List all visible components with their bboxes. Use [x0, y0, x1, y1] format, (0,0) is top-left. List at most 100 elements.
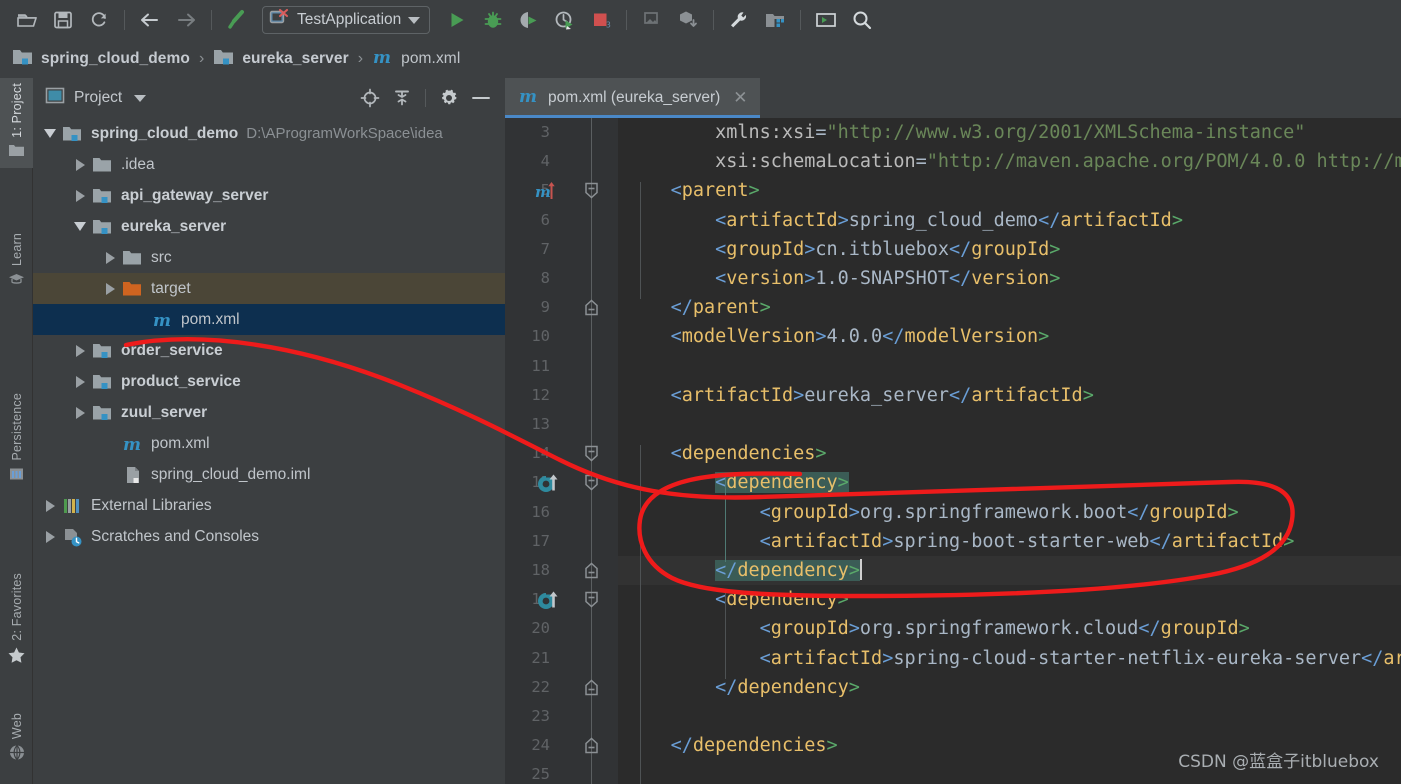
- code-line-14[interactable]: <dependencies>: [618, 439, 1401, 468]
- gutter-line-18[interactable]: 18: [505, 556, 618, 585]
- gutter-line-10[interactable]: 10: [505, 322, 618, 351]
- gutter-line-9[interactable]: 9: [505, 293, 618, 322]
- sidebar-item-learn[interactable]: Learn: [0, 228, 33, 296]
- gutter-line-19[interactable]: 19: [505, 585, 618, 614]
- tree-item-eureka-server[interactable]: eureka_server: [33, 211, 505, 242]
- gutter-line-14[interactable]: 14: [505, 439, 618, 468]
- gutter-line-24[interactable]: 24: [505, 731, 618, 760]
- collapse-all-icon[interactable]: [388, 84, 416, 112]
- project-tree[interactable]: spring_cloud_demo D:\AProgramWorkSpace\id…: [33, 118, 505, 784]
- code-line-3[interactable]: xmlns:xsi="http://www.w3.org/2001/XMLSch…: [618, 118, 1401, 147]
- code-line-20[interactable]: <groupId>org.springframework.cloud</grou…: [618, 614, 1401, 643]
- tree-toggle-collapsed-icon[interactable]: [99, 282, 121, 295]
- gutter-line-20[interactable]: 20: [505, 614, 618, 643]
- tree-item-zuul-server[interactable]: zuul_server: [33, 397, 505, 428]
- debug-icon[interactable]: [476, 5, 510, 35]
- gutter-line-16[interactable]: 16: [505, 498, 618, 527]
- code-line-13[interactable]: [618, 410, 1401, 439]
- forward-arrow-icon[interactable]: [169, 5, 203, 35]
- gutter-maven-arrow-icon[interactable]: m: [535, 176, 565, 205]
- build-hammer-icon[interactable]: [220, 5, 254, 35]
- code-line-23[interactable]: [618, 702, 1401, 731]
- tree-item--idea[interactable]: .idea: [33, 149, 505, 180]
- tree-toggle-collapsed-icon[interactable]: [39, 499, 61, 512]
- editor-text[interactable]: xmlns:xsi="http://www.w3.org/2001/XMLSch…: [618, 118, 1401, 784]
- sync-refresh-icon[interactable]: [82, 5, 116, 35]
- sidebar-item-web[interactable]: Web: [0, 708, 33, 771]
- tree-toggle-collapsed-icon[interactable]: [39, 530, 61, 543]
- run-coverage-icon[interactable]: [512, 5, 546, 35]
- locate-target-icon[interactable]: [356, 84, 384, 112]
- code-line-4[interactable]: xsi:schemaLocation="http://maven.apache.…: [618, 147, 1401, 176]
- tree-toggle-collapsed-icon[interactable]: [99, 251, 121, 264]
- search-everywhere-icon[interactable]: [845, 5, 879, 35]
- gear-settings-icon[interactable]: [435, 84, 463, 112]
- tree-item-order-service[interactable]: order_service: [33, 335, 505, 366]
- gutter-line-21[interactable]: 21: [505, 644, 618, 673]
- tree-item-pom-xml[interactable]: m pom.xml: [33, 304, 505, 335]
- gutter-line-4[interactable]: 4: [505, 147, 618, 176]
- gutter-line-22[interactable]: 22: [505, 673, 618, 702]
- code-line-22[interactable]: </dependency>: [618, 673, 1401, 702]
- tree-toggle-collapsed-icon[interactable]: [69, 344, 91, 357]
- code-line-8[interactable]: <version>1.0-SNAPSHOT</version>: [618, 264, 1401, 293]
- settings-wrench-icon[interactable]: [722, 5, 756, 35]
- run-icon[interactable]: [440, 5, 474, 35]
- fold-open-icon[interactable]: [583, 468, 600, 497]
- hide-minus-icon[interactable]: [467, 84, 495, 112]
- fold-open-icon[interactable]: [583, 176, 600, 205]
- code-line-11[interactable]: [618, 352, 1401, 381]
- sidebar-item-project[interactable]: 1: Project: [0, 78, 33, 168]
- gutter-dependency-update-icon[interactable]: [535, 468, 565, 497]
- gutter-line-11[interactable]: 11: [505, 352, 618, 381]
- gutter-line-6[interactable]: 6: [505, 206, 618, 235]
- fold-close-icon[interactable]: [583, 556, 600, 585]
- back-arrow-icon[interactable]: [133, 5, 167, 35]
- fold-open-icon[interactable]: [583, 585, 600, 614]
- project-structure-icon[interactable]: [758, 5, 792, 35]
- editor-gutter[interactable]: 3 4 5m 6 7 8 9 10 11 12 13 14 15 16 17 18 19 20 21 22 23 24 25: [505, 118, 618, 784]
- tree-item-spring-cloud-demo[interactable]: spring_cloud_demo D:\AProgramWorkSpace\id…: [33, 118, 505, 149]
- tree-item-target[interactable]: target: [33, 273, 505, 304]
- gutter-line-17[interactable]: 17: [505, 527, 618, 556]
- terminal-icon[interactable]: [809, 5, 843, 35]
- code-line-15[interactable]: <dependency>: [618, 468, 1401, 497]
- gutter-line-7[interactable]: 7: [505, 235, 618, 264]
- gutter-line-8[interactable]: 8: [505, 264, 618, 293]
- code-line-19[interactable]: <dependency>: [618, 585, 1401, 614]
- sidebar-item-persistence[interactable]: Persistence: [0, 388, 33, 491]
- gutter-line-23[interactable]: 23: [505, 702, 618, 731]
- profiler-icon[interactable]: [548, 5, 582, 35]
- code-line-10[interactable]: <modelVersion>4.0.0</modelVersion>: [618, 322, 1401, 351]
- gutter-line-5[interactable]: 5m: [505, 176, 618, 205]
- code-line-12[interactable]: <artifactId>eureka_server</artifactId>: [618, 381, 1401, 410]
- fold-close-icon[interactable]: [583, 731, 600, 760]
- stop-icon[interactable]: 3: [584, 5, 618, 35]
- tree-toggle-collapsed-icon[interactable]: [69, 406, 91, 419]
- code-line-18[interactable]: </dependency>: [618, 556, 1401, 586]
- close-x-icon[interactable]: ✕: [733, 88, 747, 108]
- code-line-7[interactable]: <groupId>cn.itbluebox</groupId>: [618, 235, 1401, 264]
- code-line-17[interactable]: <artifactId>spring-boot-starter-web</art…: [618, 527, 1401, 556]
- gutter-dependency-update-icon[interactable]: [535, 585, 565, 614]
- breadcrumb-item-file[interactable]: m pom.xml: [372, 47, 460, 72]
- chevron-down-icon[interactable]: [408, 16, 421, 24]
- gutter-line-3[interactable]: 3: [505, 118, 618, 147]
- run-configuration-selector[interactable]: TestApplication: [262, 6, 431, 34]
- gutter-line-15[interactable]: 15: [505, 468, 618, 497]
- tree-item-src[interactable]: src: [33, 242, 505, 273]
- tree-item-product-service[interactable]: product_service: [33, 366, 505, 397]
- sidebar-item-favorites[interactable]: 2: Favorites: [0, 568, 33, 674]
- gutter-line-13[interactable]: 13: [505, 410, 618, 439]
- code-line-16[interactable]: <groupId>org.springframework.boot</group…: [618, 498, 1401, 527]
- code-line-5[interactable]: <parent>: [618, 176, 1401, 205]
- breadcrumb-item-module[interactable]: eureka_server: [213, 48, 349, 71]
- gutter-line-12[interactable]: 12: [505, 381, 618, 410]
- code-line-6[interactable]: <artifactId>spring_cloud_demo</artifactI…: [618, 206, 1401, 235]
- fold-close-icon[interactable]: [583, 673, 600, 702]
- code-line-9[interactable]: </parent>: [618, 293, 1401, 322]
- breadcrumb-item-project[interactable]: spring_cloud_demo: [12, 48, 190, 71]
- tree-item-scratches-and-consoles[interactable]: Scratches and Consoles: [33, 521, 505, 552]
- tree-item-spring-cloud-demo-iml[interactable]: spring_cloud_demo.iml: [33, 459, 505, 490]
- chevron-down-icon[interactable]: [134, 94, 147, 102]
